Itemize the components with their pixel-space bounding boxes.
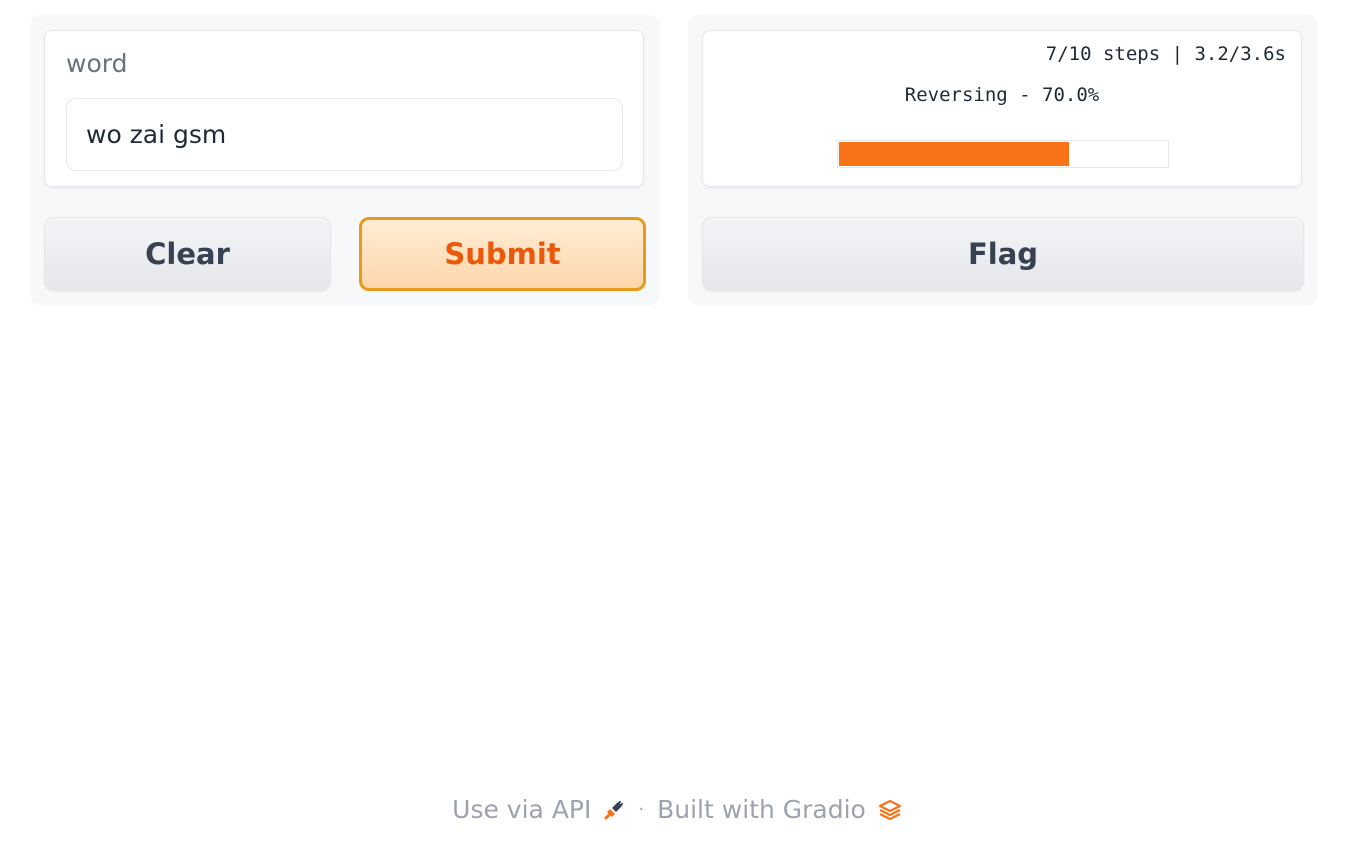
- output-progress-block: 7/10 steps | 3.2/3.6s Reversing - 70.0%: [702, 30, 1302, 187]
- built-with-gradio-link[interactable]: Built with Gradio: [657, 795, 866, 824]
- clear-button[interactable]: Clear: [44, 217, 331, 291]
- word-label: word: [66, 49, 128, 78]
- progress-steps: 7/10 steps | 3.2/3.6s: [1045, 43, 1286, 65]
- plug-icon: [603, 799, 625, 821]
- flag-button[interactable]: Flag: [702, 217, 1304, 291]
- progress-bar-fill: [839, 142, 1069, 166]
- progress-status: Reversing - 70.0%: [904, 84, 1100, 106]
- word-input-block: word: [44, 30, 644, 187]
- word-input[interactable]: [66, 98, 623, 171]
- input-panel: word Clear Submit: [30, 15, 660, 305]
- footer: Use via API · Built with Gradio: [0, 795, 1354, 824]
- gradio-logo-icon: [878, 799, 902, 821]
- use-via-api-link[interactable]: Use via API: [452, 795, 591, 824]
- progress-bar: [837, 140, 1169, 168]
- output-panel: 7/10 steps | 3.2/3.6s Reversing - 70.0% …: [688, 15, 1318, 305]
- submit-button[interactable]: Submit: [359, 217, 646, 291]
- footer-separator: ·: [638, 799, 645, 820]
